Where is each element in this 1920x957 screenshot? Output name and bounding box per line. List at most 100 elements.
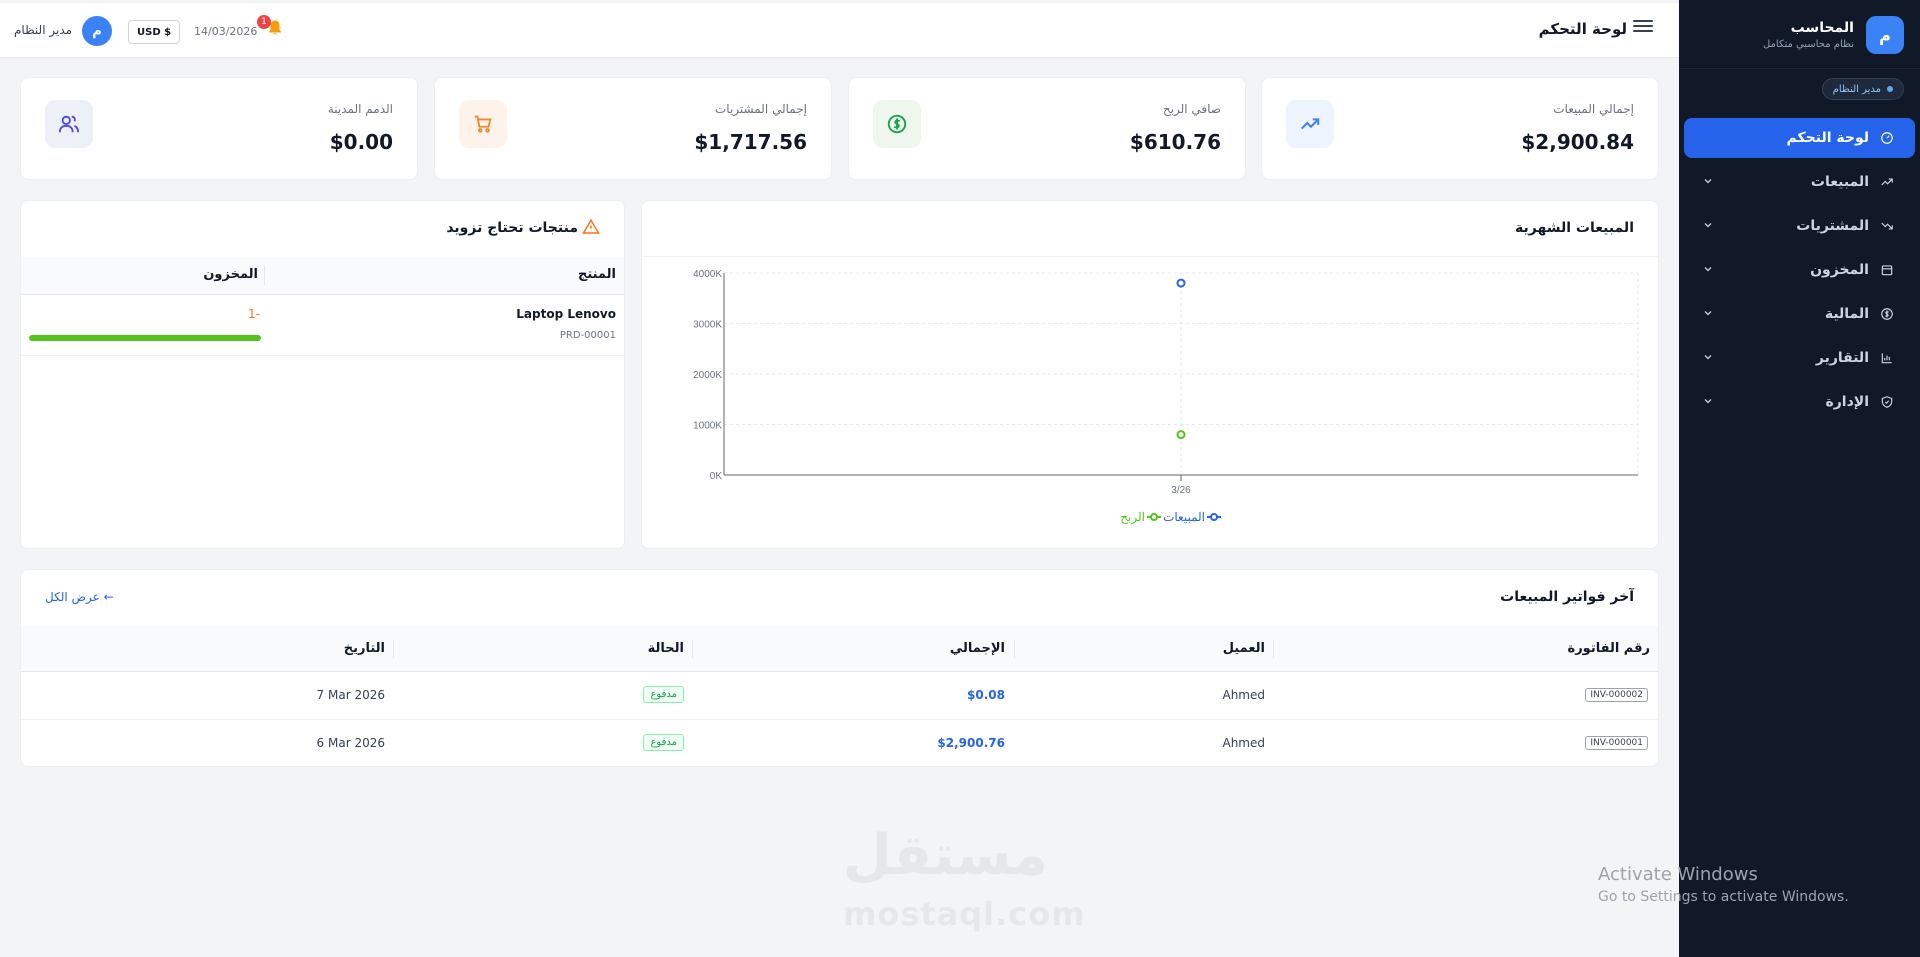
product-sku: PRD-00001 (559, 330, 616, 341)
sidebar-item-admin[interactable]: الإدارة (1684, 382, 1915, 422)
invoice-date: 6 Mar 2026 (316, 736, 385, 750)
chevron-down-icon (1702, 395, 1716, 409)
data-point (1176, 278, 1186, 288)
y-tick-label: 2000K (693, 370, 722, 381)
section-title: المبيعات الشهرية (1515, 220, 1634, 236)
dollar-circle-icon (873, 100, 921, 148)
invoice-number[interactable]: INV-000002 (1585, 688, 1648, 702)
sidebar: م المحاسب نظام محاسبي متكامل مدير النظام… (1679, 0, 1920, 957)
stat-card-receivables: الذمم المدينة $0.00 (20, 77, 418, 180)
chevron-down-icon (1702, 263, 1716, 277)
sidebar-item-label: لوحة التحكم (1786, 130, 1869, 146)
sidebar-item-purchases[interactable]: المشتريات (1684, 206, 1915, 246)
column-separator (692, 640, 693, 658)
sidebar-item-label: المالية (1824, 306, 1869, 322)
legend-item[interactable]: الربح (1120, 510, 1161, 524)
stat-label: إجمالي المشتريات (715, 102, 807, 116)
sidebar-item-sales[interactable]: المبيعات (1684, 162, 1915, 202)
menu-toggle-button[interactable] (1633, 17, 1653, 35)
sidebar-item-label: المخزون (1810, 262, 1869, 278)
avatar[interactable]: م (82, 16, 112, 46)
windows-activation-subtitle: Go to Settings to activate Windows. (1598, 889, 1849, 905)
invoice-number[interactable]: INV-000001 (1585, 736, 1648, 750)
product-name: Laptop Lenovo (516, 307, 616, 321)
notification-badge: 1 (257, 15, 271, 29)
stat-label: إجمالي المبيعات (1553, 102, 1634, 116)
stat-value: $0.00 (329, 130, 393, 154)
stock-level-bar (29, 335, 261, 341)
column-separator (1014, 640, 1015, 658)
brand[interactable]: م المحاسب نظام محاسبي متكامل (1763, 16, 1904, 54)
sidebar-item-finance[interactable]: المالية (1684, 294, 1915, 334)
status-badge: مدفوع (643, 686, 684, 703)
table-row[interactable]: Laptop Lenovo PRD-00001 1- (21, 295, 624, 356)
monthly-sales-card: المبيعات الشهرية 0K 1000K 2000K 3000K 4000K 3… (641, 200, 1659, 549)
top-header: لوحة التحكم م مدير النظام USD $ 14/03/20… (0, 3, 1679, 58)
sidebar-item-inventory[interactable]: المخزون (1684, 250, 1915, 290)
header-date: 14/03/2026 (194, 25, 258, 38)
x-tick-label: 3/26 (1171, 485, 1191, 496)
app-subtitle: نظام محاسبي متكامل (1762, 39, 1854, 50)
table-row[interactable]: INV-000001 Ahmed $2,900.76 مدفوع 6 Mar 2… (21, 720, 1658, 768)
legend-label: الربح (1120, 510, 1145, 524)
cart-icon (459, 100, 507, 148)
sidebar-item-label: الإدارة (1825, 394, 1869, 410)
trend-down-icon (1879, 218, 1895, 234)
sidebar-item-dashboard[interactable]: لوحة التحكم (1684, 118, 1915, 158)
watermark-arabic: مستقل (843, 823, 1048, 888)
recent-invoices-card: آخر فواتير المبيعات عرض الكل ← رقم الفات… (20, 569, 1659, 767)
y-tick-label: 0K (710, 471, 723, 482)
sidebar-nav: لوحة التحكم المبيعات المشتريات المخزون ا… (1684, 118, 1915, 426)
table-row[interactable]: INV-000002 Ahmed $0.08 مدفوع 7 Mar 2026 (21, 672, 1658, 720)
invoice-total: $2,900.76 (937, 736, 1005, 750)
app-name: المحاسب (1790, 20, 1854, 36)
column-header-status: الحالة (647, 641, 684, 656)
data-point (1176, 430, 1186, 440)
warning-icon (582, 218, 600, 240)
bar-chart-icon (1879, 350, 1895, 366)
legend-item[interactable]: المبيعات (1163, 510, 1221, 524)
dollar-icon (1879, 306, 1895, 322)
windows-activation-title: Activate Windows (1598, 864, 1758, 885)
menu-bar (1633, 25, 1653, 27)
legend-marker (1150, 513, 1158, 521)
invoices-header: رقم الفاتورة العميل الإجمالي الحالة التا… (21, 626, 1658, 672)
view-all-link[interactable]: عرض الكل ← (45, 590, 114, 604)
column-header-total: الإجمالي (949, 641, 1005, 656)
column-header-product: المنتج (577, 267, 616, 282)
chevron-down-icon (1702, 307, 1716, 321)
legend-marker (1210, 513, 1218, 521)
menu-bar (1633, 20, 1653, 22)
column-separator (393, 640, 394, 658)
invoice-date: 7 Mar 2026 (316, 688, 385, 702)
windows-activation-notice: Activate Windows Go to Settings to activ… (1598, 864, 1849, 905)
invoice-total: $0.08 (967, 688, 1005, 702)
column-separator (1273, 640, 1274, 658)
chevron-down-icon (1702, 219, 1716, 233)
page-title: لوحة التحكم (1538, 20, 1627, 38)
menu-bar (1633, 30, 1653, 32)
role-badge: مدير النظام (1821, 78, 1904, 100)
column-header-date: التاريخ (343, 641, 385, 656)
users-icon (45, 100, 93, 148)
currency-selector[interactable]: USD $ (128, 20, 181, 44)
dashboard-icon (1879, 130, 1895, 146)
brand-text: المحاسب نظام محاسبي متكامل (1763, 20, 1854, 50)
stat-card-total-sales: إجمالي المبيعات $2,900.84 (1261, 77, 1659, 180)
y-tick-label: 1000K (693, 421, 722, 432)
column-header-stock: المخزون (203, 267, 258, 282)
column-header-invoice-number: رقم الفاتورة (1567, 641, 1650, 656)
sidebar-item-label: التقارير (1815, 350, 1869, 366)
legend-label: المبيعات (1163, 510, 1205, 524)
sidebar-item-reports[interactable]: التقارير (1684, 338, 1915, 378)
stat-value: $2,900.84 (1521, 130, 1634, 154)
user-name[interactable]: مدير النظام (14, 23, 72, 37)
sidebar-divider (1679, 68, 1920, 69)
trend-up-icon (1879, 174, 1895, 190)
stock-value: 1- (248, 307, 260, 321)
watermark-latin: mostaql.com (843, 895, 1086, 933)
stock-level-fill (29, 335, 261, 341)
role-badge-label: مدير النظام (1832, 83, 1881, 95)
invoice-customer: Ahmed (1222, 736, 1265, 750)
role-dot (1887, 86, 1893, 92)
